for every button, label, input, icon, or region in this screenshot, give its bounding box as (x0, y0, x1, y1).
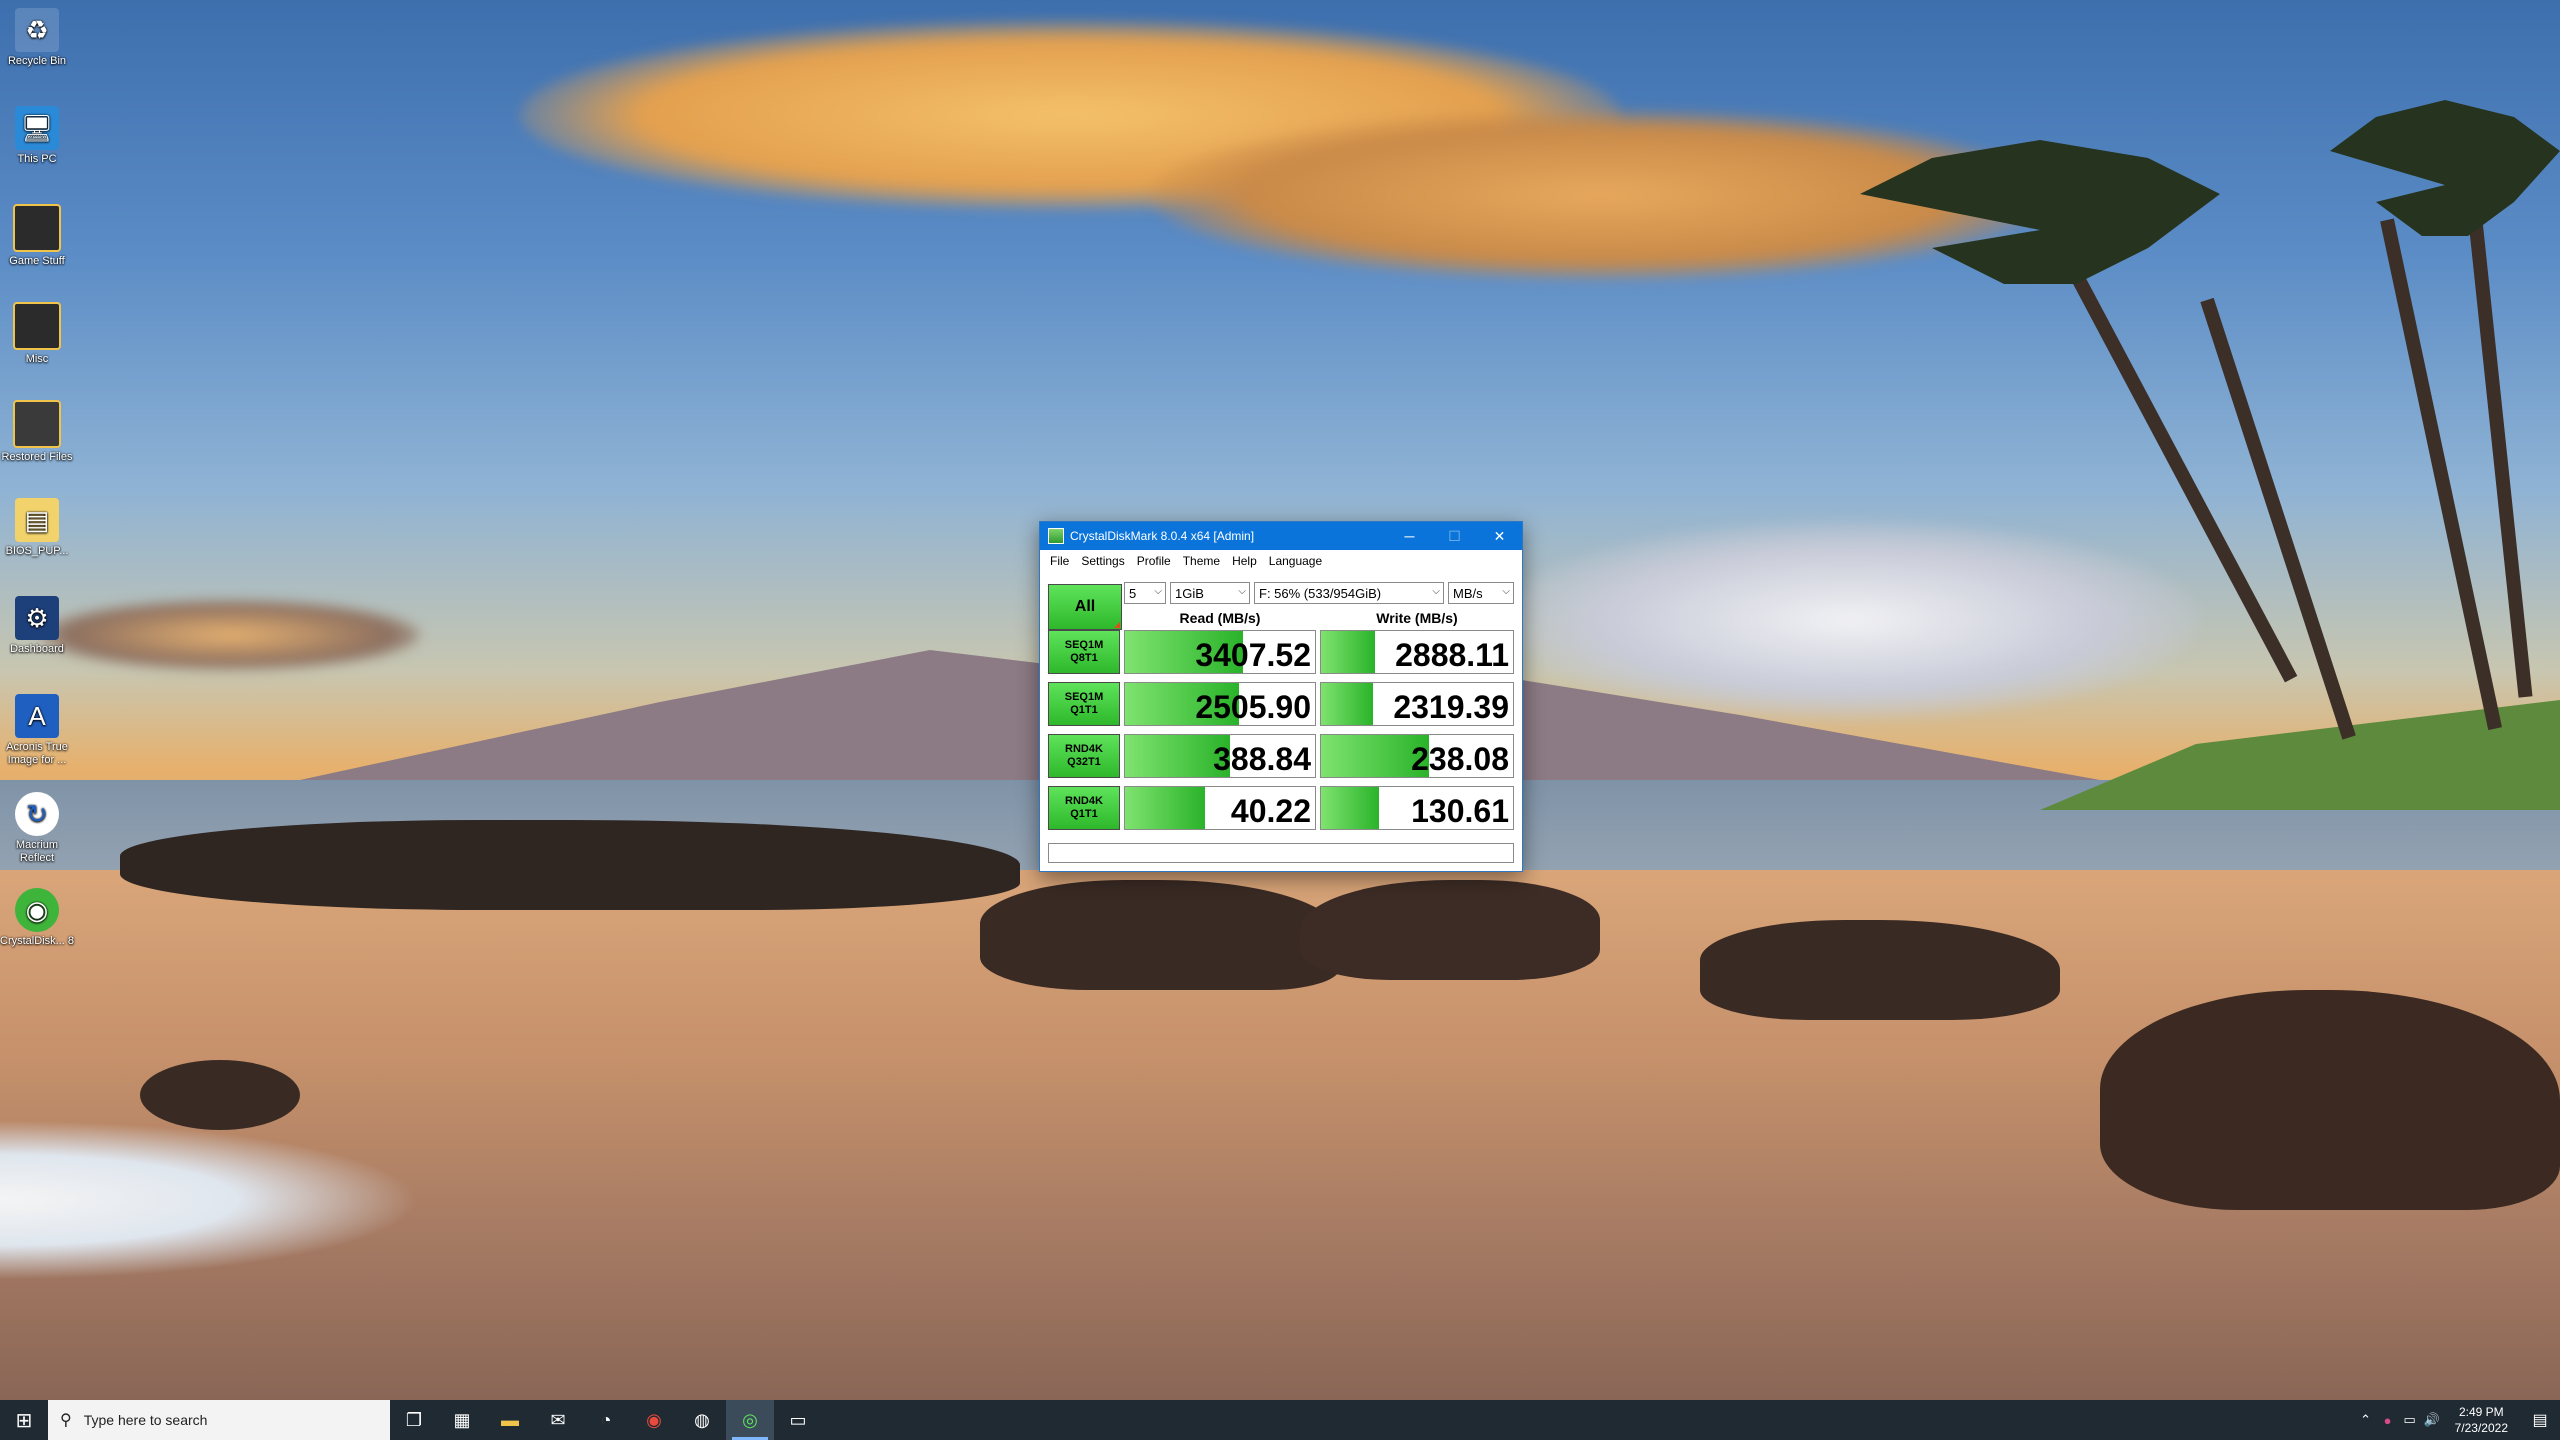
app-icon (1048, 528, 1064, 544)
write-result: 238.08 (1320, 734, 1514, 778)
folder-icon (13, 302, 61, 350)
desktop-icon-dashboard[interactable]: ⚙ Dashboard (0, 596, 74, 656)
desktop-icon-bios-pup[interactable]: ▤ BIOS_PUP... (0, 498, 74, 558)
menu-language[interactable]: Language (1263, 554, 1328, 568)
desktop-icon-crystaldiskmark[interactable]: ◉ CrystalDisk... 8 (0, 888, 74, 948)
disk-app-icon[interactable]: ◍ (678, 1400, 726, 1440)
taskbar-clock[interactable]: 2:49 PM 7/23/2022 (2443, 1404, 2520, 1436)
drive-select[interactable]: F: 56% (533/954GiB) ⌵ (1254, 582, 1444, 604)
chevron-down-icon: ⌵ (1502, 586, 1510, 597)
chevron-down-icon: ⌵ (1432, 586, 1440, 597)
close-button[interactable]: ✕ (1477, 522, 1522, 550)
menu-theme[interactable]: Theme (1177, 554, 1226, 568)
folder-icon (13, 204, 61, 252)
count-select[interactable]: 5 ⌵ (1124, 582, 1166, 604)
crystaldiskmark-icon: ◉ (15, 888, 59, 932)
this-pc-icon: 🖥 (15, 106, 59, 150)
calculator-icon[interactable]: ▦ (438, 1400, 486, 1440)
write-bar (1321, 787, 1379, 829)
chrome-icon[interactable]: ◉ (630, 1400, 678, 1440)
comment-field[interactable] (1048, 843, 1514, 863)
test-button-rnd4k-q32t1[interactable]: RND4K Q32T1 (1048, 734, 1120, 778)
desktop-icon-misc[interactable]: Misc (0, 302, 74, 366)
terminal-icon[interactable]: ▭ (774, 1400, 822, 1440)
taskbar-search-box[interactable]: ⚲ Type here to search (48, 1400, 390, 1440)
write-bar (1321, 631, 1375, 673)
write-result: 2888.11 (1320, 630, 1514, 674)
unit-select[interactable]: MB/s ⌵ (1448, 582, 1514, 604)
test-button-seq1m-q8t1[interactable]: SEQ1M Q8T1 (1048, 630, 1120, 674)
mail-icon[interactable]: ✉ (534, 1400, 582, 1440)
dashboard-icon: ⚙ (15, 596, 59, 640)
chevron-down-icon: ⌵ (1238, 586, 1246, 597)
maximize-button[interactable]: ☐ (1432, 522, 1477, 550)
desktop-icon-game-stuff[interactable]: Game Stuff (0, 204, 74, 268)
menu-help[interactable]: Help (1226, 554, 1263, 568)
desktop-icon-recycle-bin[interactable]: ♻ Recycle Bin (0, 8, 74, 68)
macrium-icon: ↻ (15, 792, 59, 836)
acronis-icon: A (15, 694, 59, 738)
window-titlebar[interactable]: CrystalDiskMark 8.0.4 x64 [Admin] ─ ☐ ✕ (1040, 522, 1522, 550)
write-bar (1321, 683, 1373, 725)
read-result: 388.84 (1124, 734, 1316, 778)
notification-icon[interactable]: ▤ (2520, 1410, 2560, 1430)
recycle-bin-icon: ♻ (15, 8, 59, 52)
zip-folder-icon: ▤ (15, 498, 59, 542)
chevron-down-icon: ⌵ (1154, 586, 1162, 597)
task-view-icon[interactable]: ❐ (390, 1400, 438, 1440)
crystaldiskmark-taskbar-icon[interactable]: ◎ (726, 1400, 774, 1440)
write-result: 130.61 (1320, 786, 1514, 830)
clock-app-icon[interactable]: ◔ (582, 1400, 630, 1440)
desktop-icon-macrium[interactable]: ↻ Macrium Reflect (0, 792, 74, 865)
system-tray: ⌃ ● ▭ 🔊 2:49 PM 7/23/2022 ▤ (2355, 1400, 2560, 1440)
search-icon: ⚲ (60, 1412, 72, 1429)
crystaldiskmark-window: CrystalDiskMark 8.0.4 x64 [Admin] ─ ☐ ✕ … (1039, 521, 1523, 872)
chevron-up-icon[interactable]: ⌃ (2355, 1412, 2377, 1428)
menu-settings[interactable]: Settings (1075, 554, 1130, 568)
file-explorer-icon[interactable]: ▬ (486, 1400, 534, 1440)
start-button[interactable]: ⊞ (0, 1400, 48, 1440)
menu-profile[interactable]: Profile (1131, 554, 1177, 568)
read-column-header: Read (MB/s) (1179, 610, 1261, 626)
test-button-seq1m-q1t1[interactable]: SEQ1M Q1T1 (1048, 682, 1120, 726)
all-button[interactable]: All (1048, 584, 1122, 630)
read-result: 3407.52 (1124, 630, 1316, 674)
minimize-button[interactable]: ─ (1387, 522, 1432, 550)
desktop-icon-acronis[interactable]: A Acronis True Image for ... (0, 694, 74, 767)
write-result: 2319.39 (1320, 682, 1514, 726)
menu-bar: File Settings Profile Theme Help Languag… (1040, 550, 1522, 572)
menu-file[interactable]: File (1044, 554, 1075, 568)
app-tray-icon[interactable]: ● (2377, 1413, 2399, 1428)
read-bar (1125, 787, 1205, 829)
desktop-icon-this-pc[interactable]: 🖥 This PC (0, 106, 74, 166)
folder-icon (13, 400, 61, 448)
size-select[interactable]: 1GiB ⌵ (1170, 582, 1250, 604)
network-icon[interactable]: ▭ (2399, 1412, 2421, 1428)
read-result: 2505.90 (1124, 682, 1316, 726)
desktop-icon-restored-files[interactable]: Restored Files (0, 400, 74, 464)
write-column-header: Write (MB/s) (1376, 610, 1458, 626)
test-button-rnd4k-q1t1[interactable]: RND4K Q1T1 (1048, 786, 1120, 830)
taskbar: ⊞ ⚲ Type here to search ❐ ▦ ▬ ✉ ◔ ◉ ◍ ◎ … (0, 1400, 2560, 1440)
read-result: 40.22 (1124, 786, 1316, 830)
volume-icon[interactable]: 🔊 (2421, 1412, 2443, 1428)
window-title: CrystalDiskMark 8.0.4 x64 [Admin] (1070, 529, 1255, 543)
search-placeholder: Type here to search (83, 1412, 208, 1428)
